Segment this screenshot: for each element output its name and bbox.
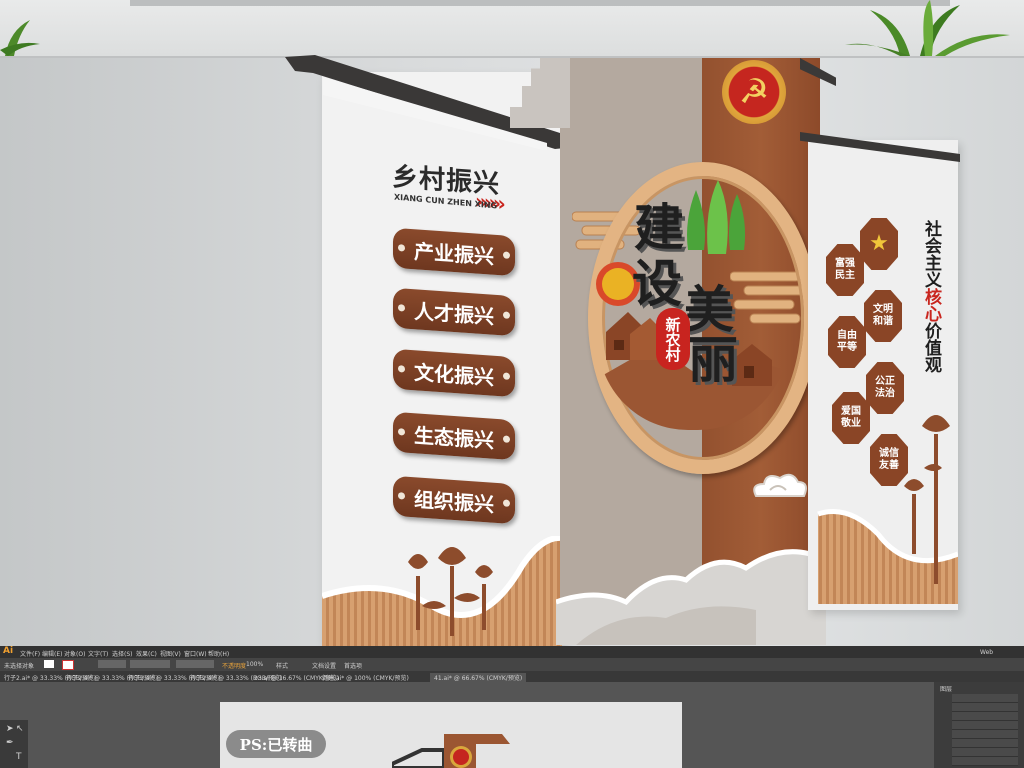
value-octagon: 富强民主 — [826, 244, 864, 296]
right-panel-heading: 社会主义核心价值观 — [908, 220, 944, 373]
control-panel: 未选择对象 不透明度 100% 样式 文档设置 首选项 — [0, 658, 1024, 671]
tools-panel: ➤ ↖ ✒ T — [0, 720, 28, 768]
slogan-char: 丽 — [688, 331, 738, 389]
opacity-value[interactable]: 100% — [246, 661, 263, 668]
layer-row[interactable] — [952, 757, 1018, 766]
preferences-button[interactable]: 首选项 — [344, 661, 362, 670]
layer-row[interactable] — [952, 721, 1018, 730]
workspace-switcher[interactable]: Web — [980, 649, 993, 656]
value-label: 自由平等 — [837, 330, 857, 353]
heading-text: 社会主义 — [921, 220, 941, 288]
slogan-char: 设 — [632, 255, 682, 313]
value-octagon: 自由平等 — [828, 316, 866, 368]
pen-tool-icon[interactable]: ✒ — [6, 738, 14, 748]
heading-text-red: 核心 — [921, 288, 941, 322]
menu-item[interactable]: 视图(V) — [160, 649, 181, 658]
plant-right-image — [845, 0, 1010, 56]
plaque-industry: 产业振兴 — [393, 227, 515, 277]
heading-text: 价值观 — [921, 322, 941, 373]
menu-item[interactable]: 文字(T) — [88, 649, 108, 658]
value-label: 文明和谐 — [873, 304, 893, 327]
stroke-weight-field[interactable] — [98, 660, 126, 668]
new-village-badge: 新农村 — [656, 308, 690, 370]
ps-outlined-note: PS:已转曲 — [226, 730, 326, 758]
plaque-label: 生态振兴 — [414, 422, 494, 453]
selection-status: 未选择对象 — [4, 663, 35, 670]
plaque-culture: 文化振兴 — [393, 348, 515, 398]
plaque-talent: 人才振兴 — [393, 287, 515, 337]
layers-tab[interactable]: 图层 — [940, 684, 952, 693]
fill-swatch[interactable] — [44, 660, 54, 668]
plaque-label: 人才振兴 — [414, 298, 494, 329]
menu-item[interactable]: 编辑(E) — [42, 649, 62, 658]
value-label: 公正法治 — [875, 376, 895, 399]
value-octagon: 文明和谐 — [864, 290, 902, 342]
stroke-swatch[interactable] — [62, 660, 74, 670]
menu-item[interactable]: 选择(S) — [112, 649, 133, 658]
star-icon: ★ — [860, 218, 898, 270]
style-label: 样式 — [276, 663, 289, 670]
app-logo-icon: Ai — [3, 646, 14, 656]
top-shelf — [130, 0, 950, 6]
selection-tool-icon[interactable]: ➤ — [6, 724, 14, 734]
plaque-label: 产业振兴 — [414, 238, 494, 269]
mountains-decoration — [556, 549, 826, 645]
left-bottom-decoration — [322, 536, 562, 646]
tab-active[interactable]: 41.ai* @ 66.67% (CMYK/预览) — [430, 673, 527, 682]
plaque-ecology: 生态振兴 — [393, 411, 515, 461]
brush-field[interactable] — [176, 660, 214, 668]
tab[interactable]: 倒建.ai* @ 100% (CMYK/预览) — [322, 673, 409, 682]
plaque-label: 文化振兴 — [414, 359, 494, 390]
party-emblem-icon: ☭ — [722, 60, 786, 124]
plant-left-image — [0, 20, 40, 56]
layer-row[interactable] — [952, 739, 1018, 748]
menu-item[interactable]: 窗口(W) — [184, 649, 207, 658]
variable-width-field[interactable] — [130, 660, 170, 668]
cloud-icon — [753, 473, 807, 497]
menu-item[interactable]: 效果(C) — [136, 649, 157, 658]
sun-icon — [602, 268, 634, 300]
plaque-organization: 组织振兴 — [393, 475, 515, 525]
layer-row[interactable] — [952, 694, 1018, 703]
document-tabs: 行子2.ai* @ 33.33% (RGB/预览) 行子2.ai* @ 33.3… — [0, 671, 1024, 682]
layer-row[interactable] — [952, 703, 1018, 712]
layer-row[interactable] — [952, 712, 1018, 721]
menu-item[interactable]: 对象(O) — [64, 649, 85, 658]
direct-selection-tool-icon[interactable]: ↖ — [16, 724, 24, 734]
right-bottom-decoration — [817, 415, 958, 604]
type-tool-icon[interactable]: T — [16, 752, 22, 762]
document-setup-button[interactable]: 文档设置 — [312, 661, 336, 670]
opacity-label: 不透明度 — [222, 663, 247, 670]
app-menubar: Ai 文件(F) 编辑(E) 对象(O) 文字(T) 选择(S) 效果(C) 视… — [0, 646, 1024, 658]
value-label: 富强民主 — [835, 258, 855, 281]
layer-row[interactable] — [952, 748, 1018, 757]
layer-row[interactable] — [952, 730, 1018, 739]
artboard-preview-shape — [392, 734, 510, 768]
plaque-label: 组织振兴 — [414, 486, 494, 517]
menu-item[interactable]: 文件(F) — [20, 649, 40, 658]
tree-icon — [687, 180, 746, 254]
menu-item[interactable]: 帮助(H) — [208, 649, 229, 658]
